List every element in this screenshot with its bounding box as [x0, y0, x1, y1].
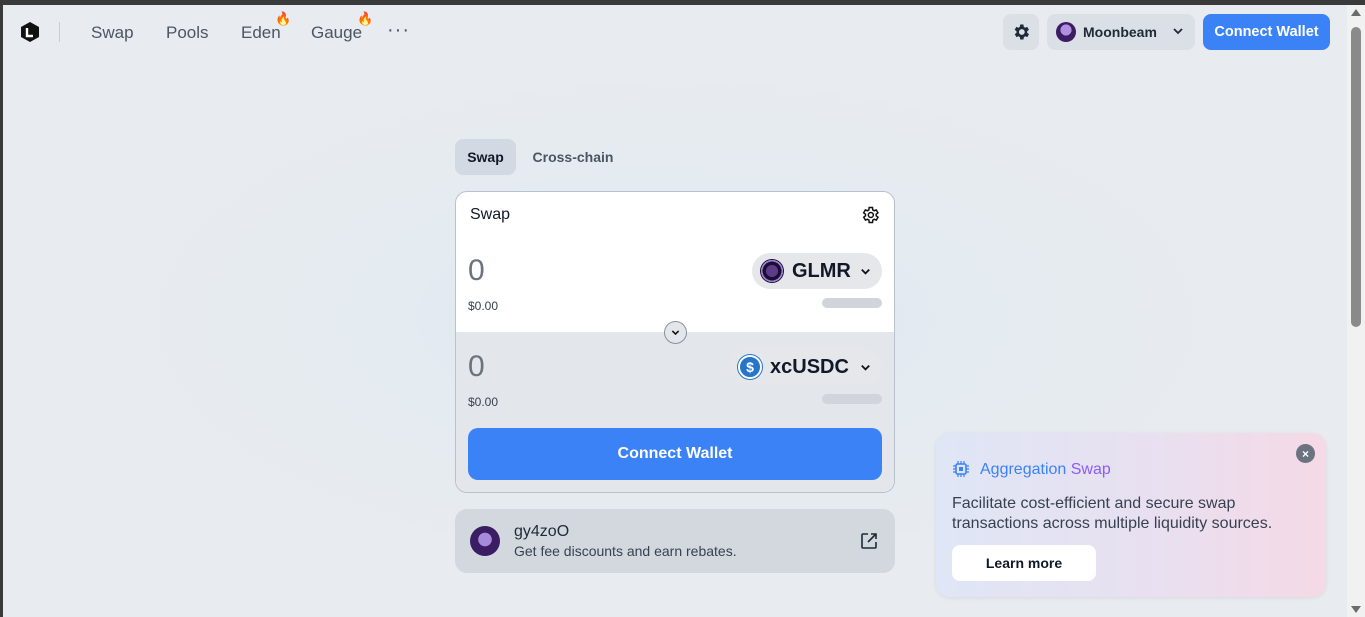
- to-balance-placeholder: [822, 394, 882, 404]
- from-usd-value: $0.00: [468, 299, 499, 313]
- to-token-selector[interactable]: $ xcUSDC: [730, 349, 882, 385]
- external-link-icon[interactable]: [859, 531, 879, 551]
- chevron-down-icon: [671, 330, 680, 336]
- from-token-selector[interactable]: GLMR: [752, 253, 882, 289]
- fire-icon: 🔥: [275, 11, 292, 26]
- promo-title-part1: Aggregation: [980, 461, 1067, 478]
- chevron-down-icon: [861, 268, 870, 275]
- swap-card-title: Swap: [470, 206, 511, 223]
- scroll-thumb[interactable]: [1351, 27, 1361, 327]
- top-navbar: Swap Pools Eden 🔥 Gauge 🔥 ··· Moonbeam C…: [3, 5, 1347, 59]
- connect-wallet-main-button[interactable]: Connect Wallet: [468, 428, 882, 480]
- glmr-token-icon: [760, 259, 784, 283]
- slippage-settings-icon[interactable]: [860, 205, 880, 225]
- chevron-down-icon: [1173, 28, 1183, 35]
- from-balance-placeholder: [822, 298, 882, 308]
- tab-cross-chain[interactable]: Cross-chain: [522, 139, 624, 175]
- swap-card: Swap 0 $0.00 GLMR 0 $0.00 $ xcUSDC Conne…: [455, 191, 895, 493]
- scroll-up-arrow-icon[interactable]: [1351, 9, 1361, 16]
- referrer-name: gy4zoO: [514, 523, 570, 540]
- learn-more-button[interactable]: Learn more: [952, 545, 1096, 581]
- more-menu-icon[interactable]: ···: [387, 19, 410, 42]
- scroll-down-arrow-icon[interactable]: [1351, 606, 1361, 613]
- nav-link-swap[interactable]: Swap: [91, 23, 134, 43]
- to-usd-value: $0.00: [468, 395, 499, 409]
- page-scrollbar[interactable]: [1347, 5, 1365, 617]
- connect-wallet-button[interactable]: Connect Wallet: [1203, 14, 1330, 50]
- network-label: Moonbeam: [1083, 24, 1157, 40]
- referral-subtitle: Get fee discounts and earn rebates.: [514, 543, 737, 559]
- fire-icon: 🔥: [357, 11, 374, 26]
- promo-title-part2: Swap: [1066, 461, 1111, 478]
- referrer-avatar: [470, 526, 500, 556]
- promo-description: Facilitate cost-efficient and secure swa…: [952, 495, 1273, 532]
- close-icon[interactable]: ×: [1296, 444, 1315, 463]
- from-amount-input[interactable]: 0: [468, 254, 485, 288]
- promo-title: Aggregation Swap: [980, 461, 1111, 479]
- nav-link-gauge[interactable]: Gauge: [311, 23, 362, 43]
- nav-link-pools[interactable]: Pools: [166, 23, 209, 43]
- network-selector[interactable]: Moonbeam: [1047, 14, 1195, 50]
- from-token-label: GLMR: [792, 260, 851, 282]
- settings-button[interactable]: [1003, 14, 1039, 50]
- gear-icon: [1014, 24, 1029, 40]
- referral-card[interactable]: gy4zoO Get fee discounts and earn rebate…: [455, 509, 895, 573]
- to-amount-input[interactable]: 0: [468, 350, 485, 384]
- chip-icon: [953, 461, 969, 477]
- aggregation-swap-promo: × Aggregation Swap Facilitate cost-effic…: [936, 433, 1326, 597]
- app-logo-icon[interactable]: [19, 21, 41, 43]
- moonbeam-icon: [1056, 22, 1076, 42]
- to-token-label: xcUSDC: [770, 356, 849, 378]
- nav-divider: [59, 22, 60, 42]
- tab-swap[interactable]: Swap: [455, 139, 516, 175]
- swap-direction-button[interactable]: [664, 321, 687, 344]
- chevron-down-icon: [861, 364, 870, 371]
- usdc-token-icon: $: [738, 355, 762, 379]
